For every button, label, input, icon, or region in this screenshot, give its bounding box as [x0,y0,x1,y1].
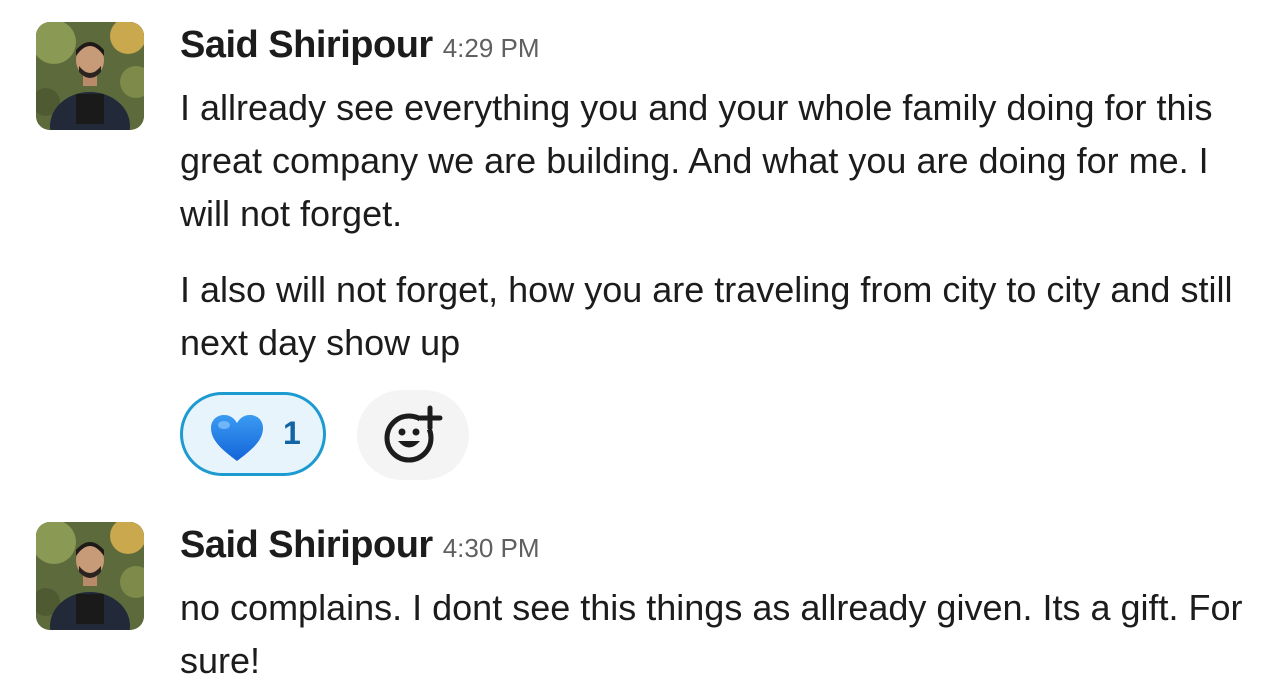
blue-heart-icon [211,415,263,461]
avatar-photo [36,22,144,130]
message-text: I allready see everything you and your w… [180,87,1213,234]
message-text: I also will not forget, how you are trav… [180,269,1233,363]
author-name[interactable]: Said Shiripour [180,24,433,66]
add-reaction-button[interactable] [357,390,469,480]
add-emoji-icon [384,405,443,463]
avatar[interactable] [36,22,144,130]
author-name[interactable]: Said Shiripour [180,524,433,566]
timestamp[interactable]: 4:30 PM [443,533,540,563]
reaction-count: 1 [283,415,301,451]
avatar-photo [36,522,144,630]
message-header: Said Shiripour 4:30 PM [180,524,540,570]
timestamp[interactable]: 4:29 PM [443,33,540,63]
avatar[interactable] [36,522,144,630]
reaction-blue-heart[interactable]: 1 [180,392,326,476]
message-header: Said Shiripour 4:29 PM [180,24,540,70]
message-text: no complains. I dont see this things as … [180,587,1243,681]
